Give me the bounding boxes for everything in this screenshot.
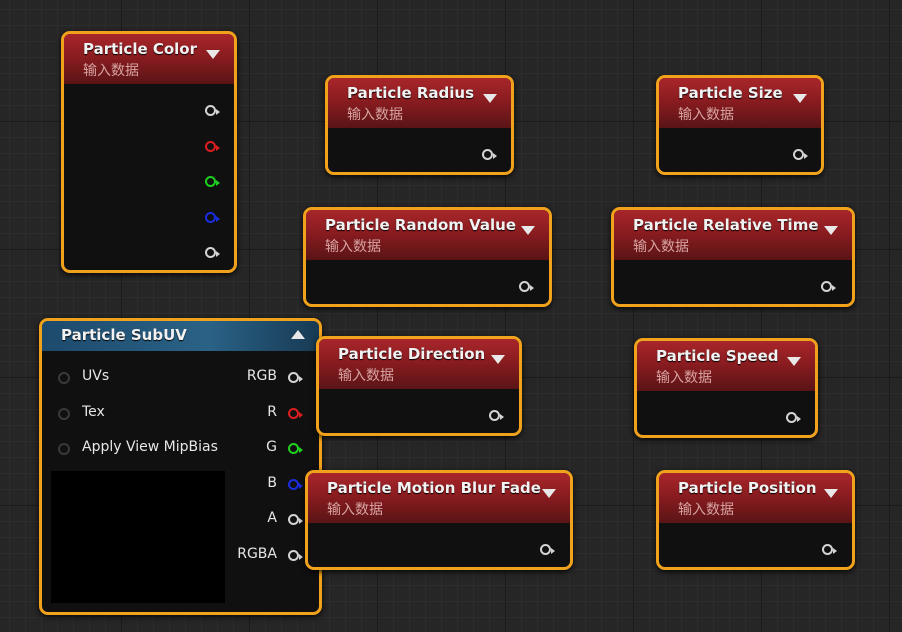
node-particle-radius[interactable]: Particle Radius 输入数据 bbox=[325, 75, 514, 175]
input-label-tex: Tex bbox=[82, 404, 105, 420]
node-subtitle: 输入数据 bbox=[633, 239, 689, 255]
node-subtitle: 输入数据 bbox=[347, 107, 403, 123]
node-title: Particle Random Value bbox=[325, 216, 517, 234]
output-pin[interactable] bbox=[519, 281, 534, 292]
output-label-b: B bbox=[267, 475, 277, 491]
collapse-triangle-icon[interactable] bbox=[491, 355, 505, 364]
collapse-triangle-icon[interactable] bbox=[824, 226, 838, 235]
node-subtitle: 输入数据 bbox=[327, 502, 383, 518]
node-title: Particle Relative Time bbox=[633, 216, 819, 234]
output-pin-r[interactable] bbox=[205, 141, 220, 152]
input-pin-tex[interactable] bbox=[58, 408, 70, 420]
node-particle-size[interactable]: Particle Size 输入数据 bbox=[656, 75, 824, 175]
node-title: Particle Motion Blur Fade bbox=[327, 479, 541, 497]
output-pin-b[interactable] bbox=[288, 479, 303, 490]
node-header[interactable]: Particle Radius 输入数据 bbox=[328, 78, 511, 128]
node-subtitle: 输入数据 bbox=[656, 370, 712, 386]
node-particle-subuv[interactable]: Particle SubUV UVs Tex Apply View MipBia… bbox=[39, 318, 322, 615]
expand-triangle-icon[interactable] bbox=[291, 330, 305, 339]
output-pin-rgba[interactable] bbox=[288, 550, 303, 561]
node-subtitle: 输入数据 bbox=[83, 63, 139, 79]
output-pin[interactable] bbox=[489, 410, 504, 421]
output-label-r: R bbox=[267, 404, 277, 420]
output-label-g: G bbox=[266, 439, 277, 455]
collapse-triangle-icon[interactable] bbox=[206, 50, 220, 59]
node-particle-motion-blur-fade[interactable]: Particle Motion Blur Fade 输入数据 bbox=[305, 470, 573, 570]
node-subtitle: 输入数据 bbox=[678, 502, 734, 518]
node-particle-color[interactable]: Particle Color 输入数据 bbox=[61, 31, 237, 273]
collapse-triangle-icon[interactable] bbox=[483, 94, 497, 103]
node-subtitle: 输入数据 bbox=[678, 107, 734, 123]
output-pin-a[interactable] bbox=[205, 247, 220, 258]
output-label-a: A bbox=[267, 510, 277, 526]
node-header[interactable]: Particle Relative Time 输入数据 bbox=[614, 210, 852, 260]
output-pin-r[interactable] bbox=[288, 408, 303, 419]
output-pin-rgb[interactable] bbox=[288, 372, 303, 383]
output-pin-b[interactable] bbox=[205, 212, 220, 223]
collapse-triangle-icon[interactable] bbox=[787, 357, 801, 366]
output-pin[interactable] bbox=[786, 412, 801, 423]
node-particle-speed[interactable]: Particle Speed 输入数据 bbox=[634, 338, 818, 438]
node-title: Particle SubUV bbox=[61, 326, 187, 344]
node-header[interactable]: Particle SubUV bbox=[42, 321, 319, 351]
output-pin-a[interactable] bbox=[288, 514, 303, 525]
output-pin-rgb[interactable] bbox=[205, 105, 220, 116]
node-particle-direction[interactable]: Particle Direction 输入数据 bbox=[316, 336, 522, 436]
output-pin[interactable] bbox=[482, 149, 497, 160]
node-header[interactable]: Particle Direction 输入数据 bbox=[319, 339, 519, 389]
collapse-triangle-icon[interactable] bbox=[542, 489, 556, 498]
output-pin-g[interactable] bbox=[205, 176, 220, 187]
node-header[interactable]: Particle Random Value 输入数据 bbox=[306, 210, 549, 260]
output-label-rgb: RGB bbox=[246, 368, 277, 384]
input-pin-uvs[interactable] bbox=[58, 372, 70, 384]
collapse-triangle-icon[interactable] bbox=[521, 226, 535, 235]
node-particle-position[interactable]: Particle Position 输入数据 bbox=[656, 470, 855, 570]
node-header[interactable]: Particle Position 输入数据 bbox=[659, 473, 852, 523]
node-particle-relative-time[interactable]: Particle Relative Time 输入数据 bbox=[611, 207, 855, 307]
output-pin[interactable] bbox=[793, 149, 808, 160]
node-subtitle: 输入数据 bbox=[338, 368, 394, 384]
node-subtitle: 输入数据 bbox=[325, 239, 381, 255]
output-pin[interactable] bbox=[822, 544, 837, 555]
output-label-rgba: RGBA bbox=[237, 546, 277, 562]
node-header[interactable]: Particle Color 输入数据 bbox=[64, 34, 234, 84]
node-header[interactable]: Particle Size 输入数据 bbox=[659, 78, 821, 128]
node-header[interactable]: Particle Motion Blur Fade 输入数据 bbox=[308, 473, 570, 523]
input-label-uvs: UVs bbox=[82, 368, 110, 384]
output-pin[interactable] bbox=[821, 281, 836, 292]
node-particle-random-value[interactable]: Particle Random Value 输入数据 bbox=[303, 207, 552, 307]
input-pin-mipbias[interactable] bbox=[58, 443, 70, 455]
node-header[interactable]: Particle Speed 输入数据 bbox=[637, 341, 815, 391]
input-label-mipbias: Apply View MipBias bbox=[82, 439, 218, 455]
collapse-triangle-icon[interactable] bbox=[824, 489, 838, 498]
texture-preview bbox=[51, 471, 225, 603]
output-pin-g[interactable] bbox=[288, 443, 303, 454]
collapse-triangle-icon[interactable] bbox=[793, 94, 807, 103]
output-pin[interactable] bbox=[540, 544, 555, 555]
